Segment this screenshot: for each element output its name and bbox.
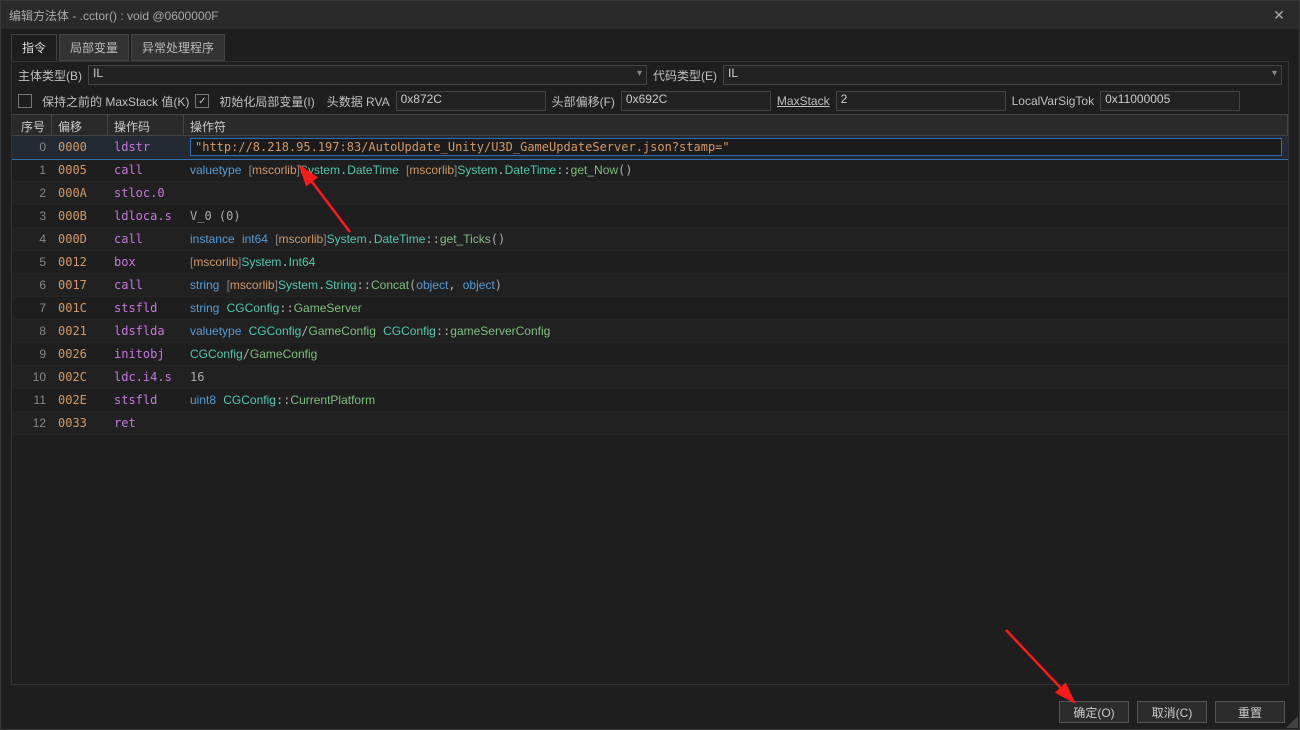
tab-异常处理程序[interactable]: 异常处理程序 xyxy=(131,34,225,61)
localvarsigtok-label: LocalVarSigTok xyxy=(1012,94,1095,108)
button-bar: 确定(O) 取消(C) 重置 xyxy=(1,695,1299,729)
instruction-row[interactable]: 60017callstring [mscorlib]System.String:… xyxy=(12,274,1288,297)
init-locals-label: 初始化局部变量(I) xyxy=(219,93,314,110)
instruction-row[interactable]: 11002Estsflduint8 CGConfig::CurrentPlatf… xyxy=(12,389,1288,412)
grid-header: 序号 偏移 操作码 操作符 xyxy=(12,114,1288,136)
col-offset[interactable]: 偏移 xyxy=(52,115,108,135)
ok-button[interactable]: 确定(O) xyxy=(1059,701,1129,723)
tab-strip: 指令局部变量异常处理程序 xyxy=(1,35,1299,61)
header-rva-label: 头数据 RVA xyxy=(327,93,390,110)
instruction-row[interactable]: 50012box[mscorlib]System.Int64 xyxy=(12,251,1288,274)
header-off-label: 头部偏移(F) xyxy=(552,93,615,110)
window-title: 编辑方法体 - .cctor() : void @0600000F xyxy=(9,7,1267,24)
titlebar[interactable]: 编辑方法体 - .cctor() : void @0600000F ✕ xyxy=(1,1,1299,29)
resize-grip[interactable] xyxy=(1286,716,1298,728)
instruction-row[interactable]: 10002Cldc.i4.s16 xyxy=(12,366,1288,389)
close-icon[interactable]: ✕ xyxy=(1267,3,1291,27)
keep-maxstack-checkbox[interactable] xyxy=(18,94,32,108)
instruction-row[interactable]: 00000ldstr xyxy=(12,136,1288,159)
instruction-row[interactable]: 3000Bldloca.sV_0 (0) xyxy=(12,205,1288,228)
instruction-grid[interactable]: 00000ldstr10005callvaluetype [mscorlib]S… xyxy=(12,136,1288,684)
chevron-down-icon: ▾ xyxy=(1272,68,1277,79)
header-rva-field[interactable]: 0x872C xyxy=(396,91,546,111)
reset-button[interactable]: 重置 xyxy=(1215,701,1285,723)
body-type-label: 主体类型(B) xyxy=(18,67,82,84)
operand-edit-input[interactable] xyxy=(190,138,1282,156)
instruction-row[interactable]: 80021ldsfldavaluetype CGConfig/GameConfi… xyxy=(12,320,1288,343)
instruction-row[interactable]: 7001Cstsfldstring CGConfig::GameServer xyxy=(12,297,1288,320)
body-type-select[interactable]: IL▾ xyxy=(88,65,647,85)
maxstack-label: MaxStack xyxy=(777,94,830,108)
col-index[interactable]: 序号 xyxy=(12,115,52,135)
chevron-down-icon: ▾ xyxy=(637,68,642,79)
code-type-select[interactable]: IL▾ xyxy=(723,65,1282,85)
instruction-row[interactable]: 10005callvaluetype [mscorlib]System.Date… xyxy=(12,159,1288,182)
instruction-row[interactable]: 4000Dcallinstance int64 [mscorlib]System… xyxy=(12,228,1288,251)
tab-指令[interactable]: 指令 xyxy=(11,34,57,61)
instruction-row[interactable]: 120033ret xyxy=(12,412,1288,435)
content-panel: 主体类型(B) IL▾ 代码类型(E) IL▾ 保持之前的 MaxStack 值… xyxy=(11,61,1289,685)
col-opcode[interactable]: 操作码 xyxy=(108,115,184,135)
row-body-type: 主体类型(B) IL▾ 代码类型(E) IL▾ xyxy=(12,62,1288,88)
row-options: 保持之前的 MaxStack 值(K) ✓ 初始化局部变量(I) 头数据 RVA… xyxy=(12,88,1288,114)
cancel-button[interactable]: 取消(C) xyxy=(1137,701,1207,723)
localvarsigtok-field[interactable]: 0x11000005 xyxy=(1100,91,1240,111)
code-type-label: 代码类型(E) xyxy=(653,67,717,84)
col-operand[interactable]: 操作符 xyxy=(184,115,1288,135)
tab-局部变量[interactable]: 局部变量 xyxy=(59,34,129,61)
dialog-window: 编辑方法体 - .cctor() : void @0600000F ✕ 指令局部… xyxy=(0,0,1300,730)
header-off-field[interactable]: 0x692C xyxy=(621,91,771,111)
init-locals-checkbox[interactable]: ✓ xyxy=(195,94,209,108)
maxstack-field[interactable]: 2 xyxy=(836,91,1006,111)
instruction-row[interactable]: 90026initobjCGConfig/GameConfig xyxy=(12,343,1288,366)
instruction-row[interactable]: 2000Astloc.0 xyxy=(12,182,1288,205)
keep-maxstack-label: 保持之前的 MaxStack 值(K) xyxy=(42,93,189,110)
